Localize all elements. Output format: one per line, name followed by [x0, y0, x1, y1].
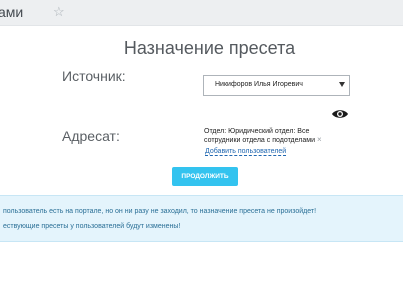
- target-selection-text: Отдел: Юридический отдел: Все сотрудники…: [204, 128, 315, 144]
- top-bar: ами ☆: [0, 0, 403, 26]
- warning-notice: пользователь есть на портале, но он ни р…: [0, 195, 403, 242]
- remove-target-icon[interactable]: ×: [317, 135, 322, 144]
- source-label: Источник:: [62, 68, 126, 84]
- favorite-star-icon[interactable]: ☆: [53, 4, 65, 20]
- source-select[interactable]: Никифоров Илья Игоревич: [203, 75, 350, 96]
- continue-button[interactable]: ПРОДОЛЖИТЬ: [172, 167, 238, 186]
- source-select-value: Никифоров Илья Игоревич: [215, 81, 303, 88]
- target-selection: Отдел: Юридический отдел: Все сотрудники…: [204, 128, 339, 145]
- page-breadcrumb: ами: [0, 4, 24, 20]
- notice-line-1: пользователь есть на портале, но он ни р…: [3, 208, 317, 215]
- chevron-down-icon: [339, 82, 345, 87]
- notice-line-2: ествующие пресеты у пользователей будут …: [3, 223, 181, 230]
- eye-icon[interactable]: [331, 108, 349, 120]
- target-label: Адресат:: [62, 128, 120, 144]
- add-users-link[interactable]: Добавить пользователей: [205, 148, 287, 156]
- dialog-title: Назначение пресета: [123, 38, 296, 58]
